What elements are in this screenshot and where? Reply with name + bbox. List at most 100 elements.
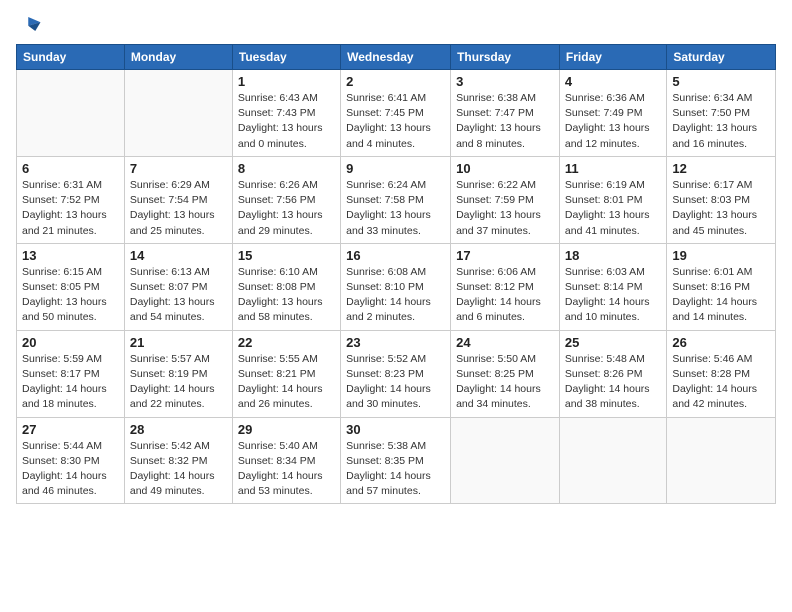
day-number: 20 bbox=[22, 335, 119, 350]
header bbox=[16, 10, 776, 38]
calendar-cell: 21 Sunrise: 5:57 AMSunset: 8:19 PMDayligh… bbox=[124, 330, 232, 417]
calendar-cell: 14 Sunrise: 6:13 AMSunset: 8:07 PMDayligh… bbox=[124, 243, 232, 330]
calendar-cell: 8 Sunrise: 6:26 AMSunset: 7:56 PMDaylight… bbox=[232, 156, 340, 243]
day-info: Sunrise: 6:43 AMSunset: 7:43 PMDaylight:… bbox=[238, 91, 335, 152]
calendar-body: 1 Sunrise: 6:43 AMSunset: 7:43 PMDaylight… bbox=[17, 70, 776, 504]
calendar-cell: 10 Sunrise: 6:22 AMSunset: 7:59 PMDayligh… bbox=[451, 156, 560, 243]
day-info: Sunrise: 6:26 AMSunset: 7:56 PMDaylight:… bbox=[238, 178, 335, 239]
calendar-cell: 30 Sunrise: 5:38 AMSunset: 8:35 PMDayligh… bbox=[341, 417, 451, 504]
day-info: Sunrise: 6:08 AMSunset: 8:10 PMDaylight:… bbox=[346, 265, 445, 326]
day-number: 8 bbox=[238, 161, 335, 176]
day-number: 11 bbox=[565, 161, 661, 176]
calendar-cell: 9 Sunrise: 6:24 AMSunset: 7:58 PMDaylight… bbox=[341, 156, 451, 243]
calendar-cell: 6 Sunrise: 6:31 AMSunset: 7:52 PMDaylight… bbox=[17, 156, 125, 243]
day-info: Sunrise: 6:36 AMSunset: 7:49 PMDaylight:… bbox=[565, 91, 661, 152]
calendar-cell: 11 Sunrise: 6:19 AMSunset: 8:01 PMDayligh… bbox=[559, 156, 666, 243]
day-number: 16 bbox=[346, 248, 445, 263]
calendar-cell: 1 Sunrise: 6:43 AMSunset: 7:43 PMDaylight… bbox=[232, 70, 340, 157]
page: Sunday Monday Tuesday Wednesday Thursday… bbox=[0, 0, 792, 612]
calendar-cell bbox=[17, 70, 125, 157]
day-info: Sunrise: 5:52 AMSunset: 8:23 PMDaylight:… bbox=[346, 352, 445, 413]
header-thursday: Thursday bbox=[451, 45, 560, 70]
day-number: 10 bbox=[456, 161, 554, 176]
day-info: Sunrise: 6:31 AMSunset: 7:52 PMDaylight:… bbox=[22, 178, 119, 239]
day-number: 28 bbox=[130, 422, 227, 437]
day-number: 21 bbox=[130, 335, 227, 350]
calendar-week-row: 20 Sunrise: 5:59 AMSunset: 8:17 PMDayligh… bbox=[17, 330, 776, 417]
day-number: 13 bbox=[22, 248, 119, 263]
day-number: 12 bbox=[672, 161, 770, 176]
day-info: Sunrise: 5:59 AMSunset: 8:17 PMDaylight:… bbox=[22, 352, 119, 413]
day-info: Sunrise: 6:24 AMSunset: 7:58 PMDaylight:… bbox=[346, 178, 445, 239]
day-info: Sunrise: 5:44 AMSunset: 8:30 PMDaylight:… bbox=[22, 439, 119, 500]
day-info: Sunrise: 5:50 AMSunset: 8:25 PMDaylight:… bbox=[456, 352, 554, 413]
day-info: Sunrise: 6:15 AMSunset: 8:05 PMDaylight:… bbox=[22, 265, 119, 326]
day-number: 19 bbox=[672, 248, 770, 263]
calendar-cell: 5Sunrise: 6:34 AMSunset: 7:50 PMDaylight… bbox=[667, 70, 776, 157]
calendar-cell: 28 Sunrise: 5:42 AMSunset: 8:32 PMDayligh… bbox=[124, 417, 232, 504]
calendar-cell: 13 Sunrise: 6:15 AMSunset: 8:05 PMDayligh… bbox=[17, 243, 125, 330]
calendar-cell: 22 Sunrise: 5:55 AMSunset: 8:21 PMDayligh… bbox=[232, 330, 340, 417]
day-number: 27 bbox=[22, 422, 119, 437]
day-info: Sunrise: 6:13 AMSunset: 8:07 PMDaylight:… bbox=[130, 265, 227, 326]
calendar-week-row: 6 Sunrise: 6:31 AMSunset: 7:52 PMDaylight… bbox=[17, 156, 776, 243]
day-info: Sunrise: 6:19 AMSunset: 8:01 PMDaylight:… bbox=[565, 178, 661, 239]
logo bbox=[16, 10, 48, 38]
day-number: 9 bbox=[346, 161, 445, 176]
day-info: Sunrise: 6:22 AMSunset: 7:59 PMDaylight:… bbox=[456, 178, 554, 239]
day-info: Sunrise: 5:57 AMSunset: 8:19 PMDaylight:… bbox=[130, 352, 227, 413]
calendar-week-row: 27 Sunrise: 5:44 AMSunset: 8:30 PMDayligh… bbox=[17, 417, 776, 504]
calendar-cell bbox=[124, 70, 232, 157]
calendar-cell: 15 Sunrise: 6:10 AMSunset: 8:08 PMDayligh… bbox=[232, 243, 340, 330]
day-info: Sunrise: 6:41 AMSunset: 7:45 PMDaylight:… bbox=[346, 91, 445, 152]
day-info: Sunrise: 5:40 AMSunset: 8:34 PMDaylight:… bbox=[238, 439, 335, 500]
day-info: Sunrise: 5:55 AMSunset: 8:21 PMDaylight:… bbox=[238, 352, 335, 413]
calendar-cell bbox=[451, 417, 560, 504]
day-number: 1 bbox=[238, 74, 335, 89]
day-number: 30 bbox=[346, 422, 445, 437]
calendar-table: Sunday Monday Tuesday Wednesday Thursday… bbox=[16, 44, 776, 504]
day-info: Sunrise: 6:01 AMSunset: 8:16 PMDaylight:… bbox=[672, 265, 770, 326]
day-info: Sunrise: 5:48 AMSunset: 8:26 PMDaylight:… bbox=[565, 352, 661, 413]
day-info: Sunrise: 6:10 AMSunset: 8:08 PMDaylight:… bbox=[238, 265, 335, 326]
day-info: Sunrise: 6:17 AMSunset: 8:03 PMDaylight:… bbox=[672, 178, 770, 239]
day-number: 22 bbox=[238, 335, 335, 350]
calendar-cell: 2Sunrise: 6:41 AMSunset: 7:45 PMDaylight… bbox=[341, 70, 451, 157]
calendar-cell: 4 Sunrise: 6:36 AMSunset: 7:49 PMDaylight… bbox=[559, 70, 666, 157]
day-number: 25 bbox=[565, 335, 661, 350]
calendar-week-row: 1 Sunrise: 6:43 AMSunset: 7:43 PMDaylight… bbox=[17, 70, 776, 157]
day-number: 14 bbox=[130, 248, 227, 263]
calendar-cell: 29 Sunrise: 5:40 AMSunset: 8:34 PMDayligh… bbox=[232, 417, 340, 504]
calendar-cell: 20 Sunrise: 5:59 AMSunset: 8:17 PMDayligh… bbox=[17, 330, 125, 417]
day-number: 6 bbox=[22, 161, 119, 176]
calendar-cell: 19 Sunrise: 6:01 AMSunset: 8:16 PMDayligh… bbox=[667, 243, 776, 330]
calendar-cell: 16 Sunrise: 6:08 AMSunset: 8:10 PMDayligh… bbox=[341, 243, 451, 330]
calendar-cell: 27 Sunrise: 5:44 AMSunset: 8:30 PMDayligh… bbox=[17, 417, 125, 504]
day-info: Sunrise: 6:38 AMSunset: 7:47 PMDaylight:… bbox=[456, 91, 554, 152]
day-number: 7 bbox=[130, 161, 227, 176]
header-saturday: Saturday bbox=[667, 45, 776, 70]
day-number: 17 bbox=[456, 248, 554, 263]
day-info: Sunrise: 5:38 AMSunset: 8:35 PMDaylight:… bbox=[346, 439, 445, 500]
header-monday: Monday bbox=[124, 45, 232, 70]
day-number: 15 bbox=[238, 248, 335, 263]
day-info: Sunrise: 6:03 AMSunset: 8:14 PMDaylight:… bbox=[565, 265, 661, 326]
header-sunday: Sunday bbox=[17, 45, 125, 70]
header-friday: Friday bbox=[559, 45, 666, 70]
calendar-cell: 12 Sunrise: 6:17 AMSunset: 8:03 PMDayligh… bbox=[667, 156, 776, 243]
day-number: 4 bbox=[565, 74, 661, 89]
day-number: 23 bbox=[346, 335, 445, 350]
calendar-cell: 26Sunrise: 5:46 AMSunset: 8:28 PMDayligh… bbox=[667, 330, 776, 417]
day-number: 29 bbox=[238, 422, 335, 437]
day-number: 3 bbox=[456, 74, 554, 89]
calendar-cell: 17 Sunrise: 6:06 AMSunset: 8:12 PMDayligh… bbox=[451, 243, 560, 330]
day-info: Sunrise: 5:46 AMSunset: 8:28 PMDaylight:… bbox=[672, 352, 770, 413]
calendar-cell: 24Sunrise: 5:50 AMSunset: 8:25 PMDayligh… bbox=[451, 330, 560, 417]
header-tuesday: Tuesday bbox=[232, 45, 340, 70]
calendar-cell bbox=[559, 417, 666, 504]
day-info: Sunrise: 6:06 AMSunset: 8:12 PMDaylight:… bbox=[456, 265, 554, 326]
header-row: Sunday Monday Tuesday Wednesday Thursday… bbox=[17, 45, 776, 70]
day-info: Sunrise: 5:42 AMSunset: 8:32 PMDaylight:… bbox=[130, 439, 227, 500]
calendar-cell: 7Sunrise: 6:29 AMSunset: 7:54 PMDaylight… bbox=[124, 156, 232, 243]
day-number: 18 bbox=[565, 248, 661, 263]
